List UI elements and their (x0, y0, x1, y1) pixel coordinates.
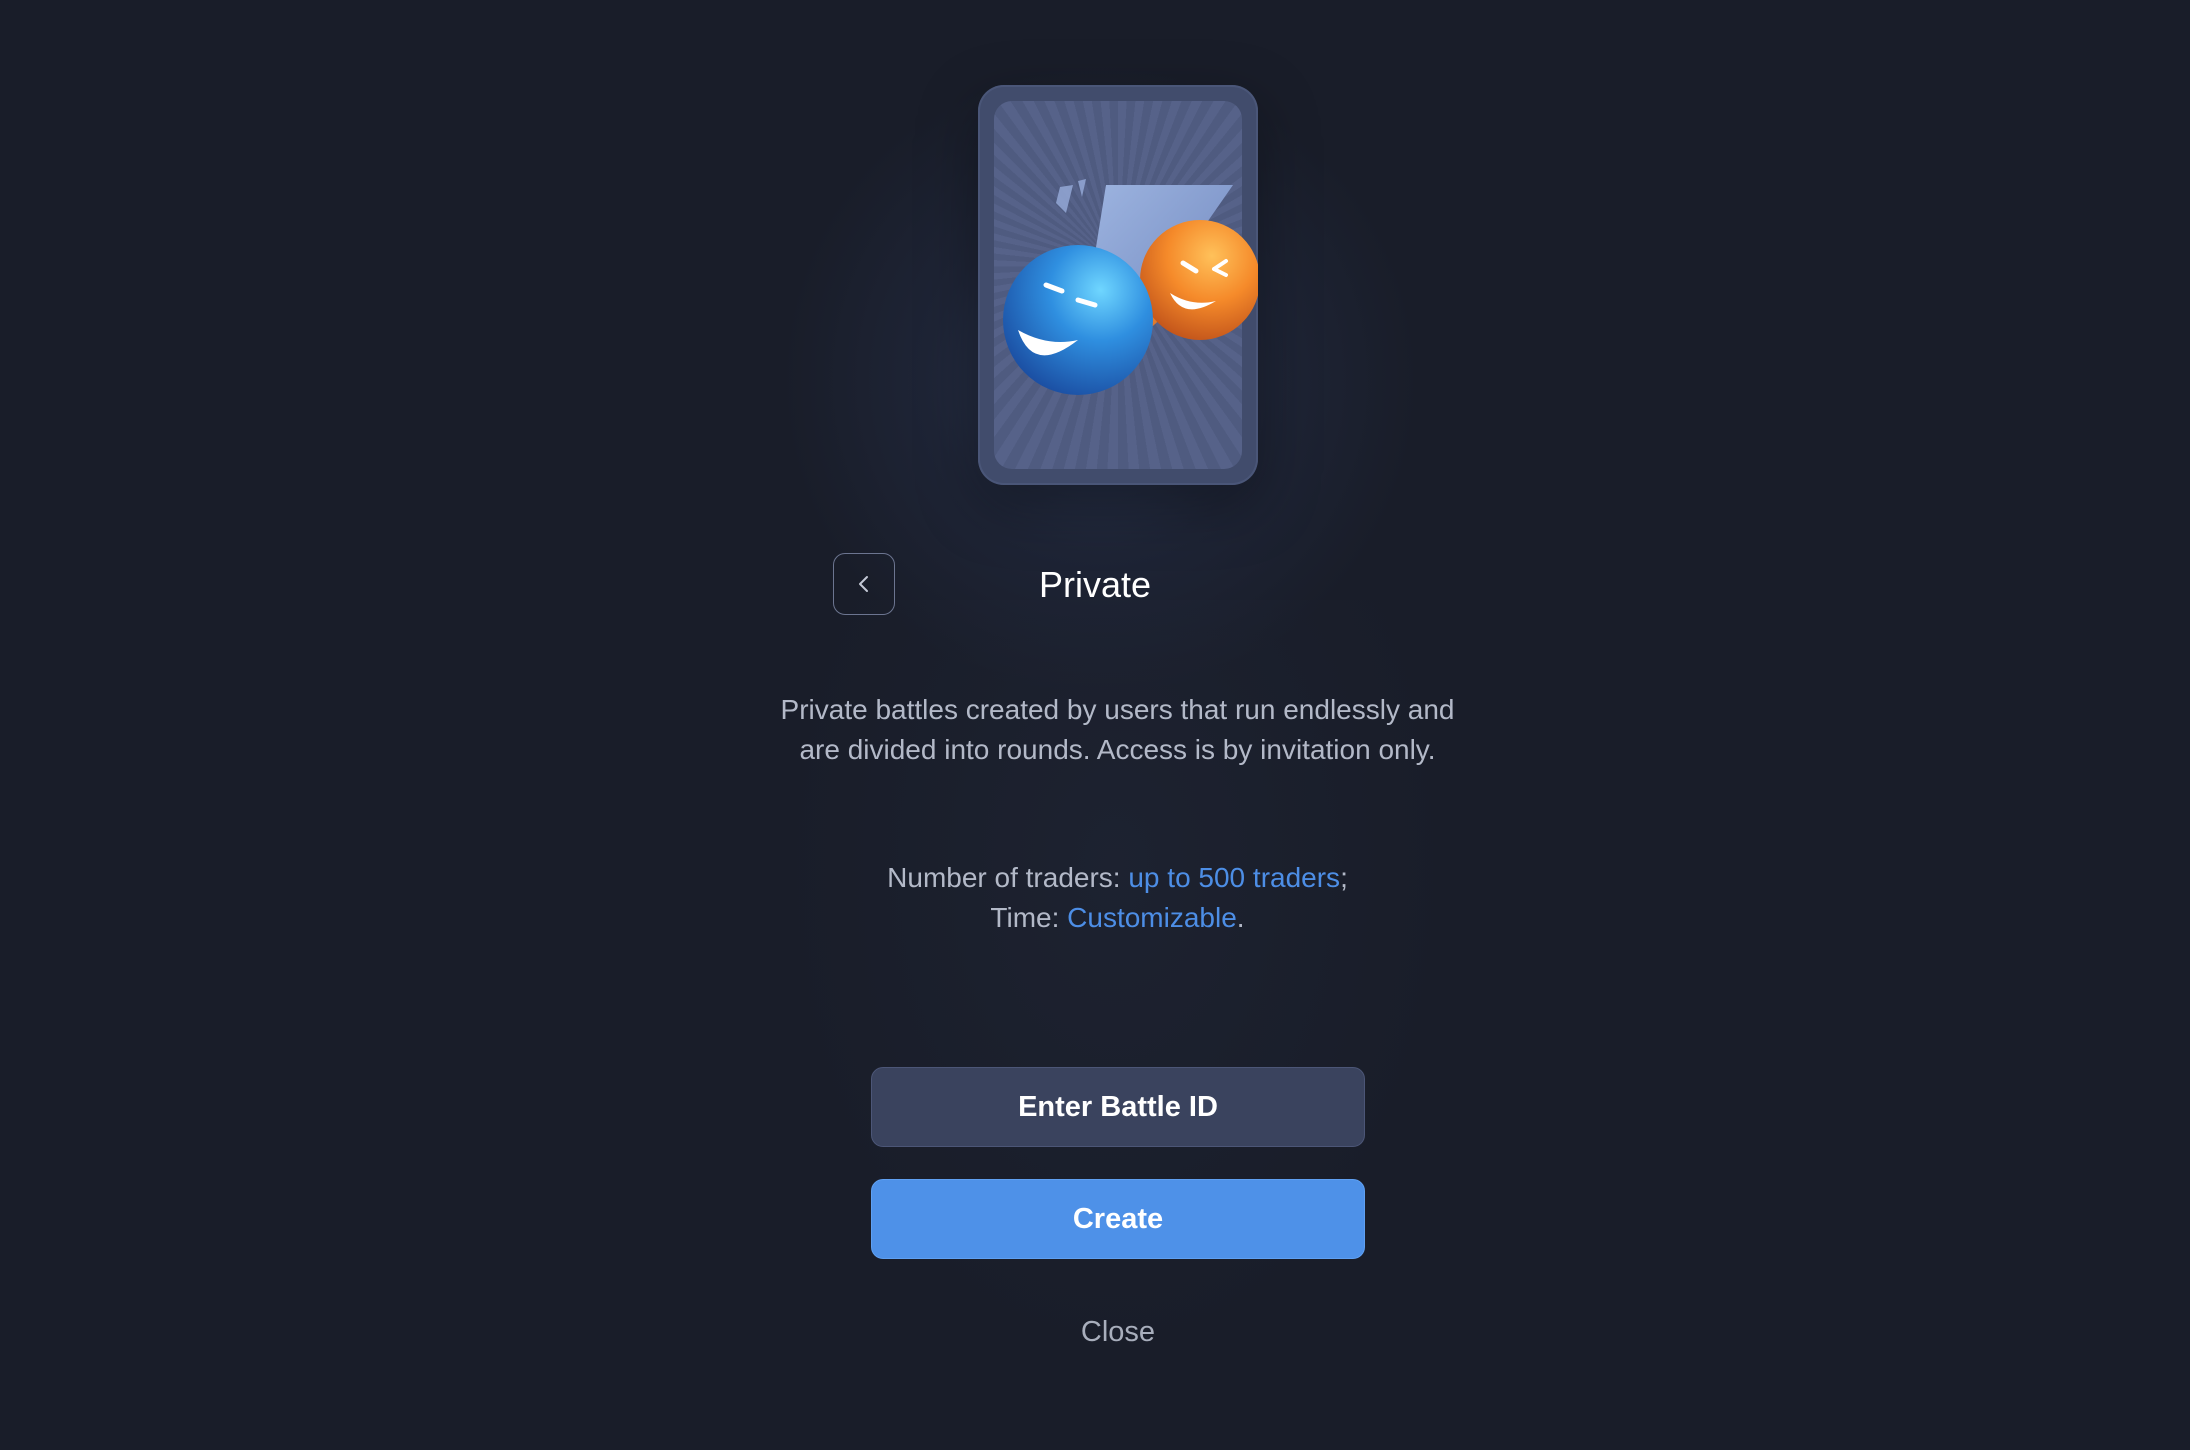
battle-details: Number of traders: up to 500 traders; Ti… (775, 858, 1460, 938)
traders-line: Number of traders: up to 500 traders; (775, 858, 1460, 898)
traders-label: Number of traders: (887, 862, 1129, 893)
create-button[interactable]: Create (871, 1179, 1365, 1259)
chevron-left-icon (859, 576, 868, 592)
private-battle-dialog: Private Private battles created by users… (0, 0, 2190, 1450)
time-line: Time: Customizable. (775, 898, 1460, 938)
enter-battle-id-button[interactable]: Enter Battle ID (871, 1067, 1365, 1147)
traders-suffix: ; (1340, 862, 1348, 893)
battle-illustration-card (978, 85, 1258, 485)
battle-smileys-illustration (1003, 179, 1258, 395)
dialog-description: Private battles created by users that ru… (780, 694, 1455, 765)
traders-value: up to 500 traders (1128, 862, 1341, 893)
dialog-title: Private (1038, 564, 1152, 605)
back-button[interactable] (833, 553, 895, 615)
time-value: Customizable (1067, 902, 1237, 933)
close-link[interactable]: Close (1018, 1312, 1218, 1352)
time-suffix: . (1236, 902, 1245, 933)
time-label: Time: (990, 902, 1068, 933)
